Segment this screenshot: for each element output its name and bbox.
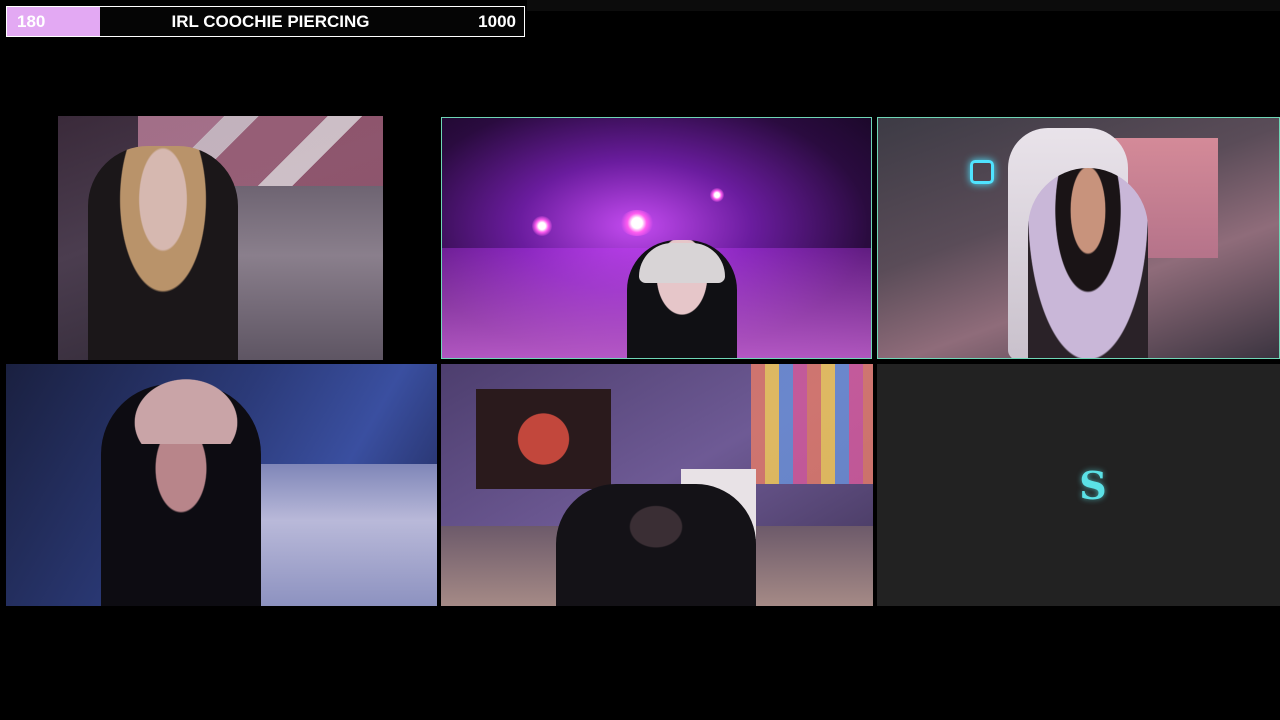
bandana bbox=[639, 243, 725, 283]
s-logo-icon: S bbox=[1079, 463, 1107, 508]
wall-poster bbox=[476, 389, 611, 489]
goal-target-count: 1000 bbox=[478, 12, 516, 31]
streamer-figure bbox=[1028, 168, 1148, 358]
police-light bbox=[532, 216, 552, 236]
camera-tile-2[interactable] bbox=[441, 117, 872, 359]
camera-tile-1[interactable] bbox=[58, 116, 383, 360]
top-divider bbox=[527, 0, 1280, 11]
street-light bbox=[710, 188, 724, 202]
hat bbox=[126, 372, 246, 444]
background-bed bbox=[236, 464, 437, 606]
goal-progress-bar: 180 IRL COOCHIE PIERCING 1000 bbox=[6, 6, 525, 37]
camera-tile-3[interactable] bbox=[877, 117, 1280, 359]
neon-light-icon bbox=[970, 160, 994, 184]
camera-tile-4[interactable] bbox=[6, 364, 437, 606]
police-light bbox=[620, 210, 654, 236]
goal-title: IRL COOCHIE PIERCING bbox=[171, 12, 370, 31]
poster-collage bbox=[751, 364, 873, 484]
streamer-figure bbox=[88, 146, 238, 360]
camera-tile-5[interactable] bbox=[441, 364, 873, 606]
stream-stage: 180 IRL COOCHIE PIERCING 1000 S bbox=[0, 0, 1280, 720]
streamer-figure bbox=[556, 484, 756, 606]
